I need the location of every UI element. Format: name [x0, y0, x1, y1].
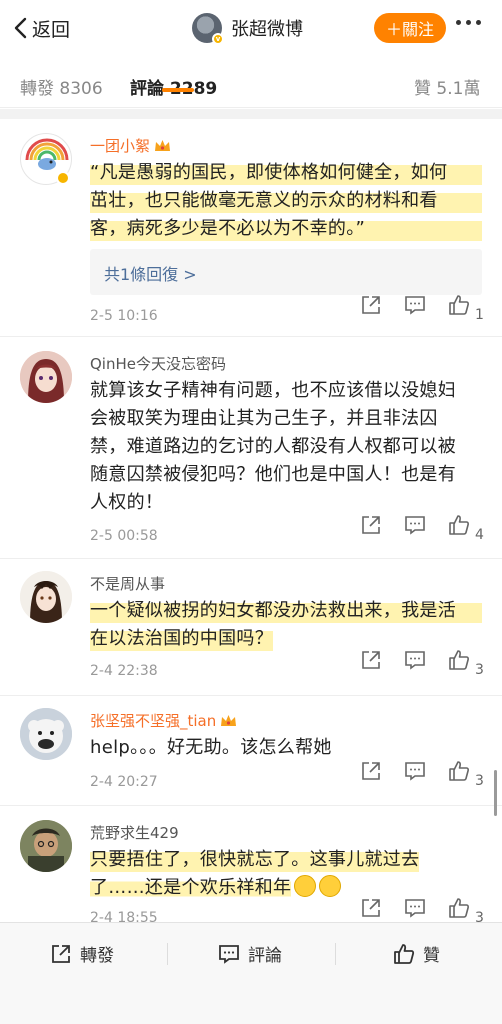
- share-icon[interactable]: [360, 760, 382, 782]
- photo-avatar-image: [20, 820, 72, 872]
- comment-icon[interactable]: [404, 294, 426, 316]
- comment-author[interactable]: 荒野求生429: [90, 822, 179, 843]
- crown-icon: [155, 140, 171, 151]
- profile-header[interactable]: v 张超微博: [192, 13, 303, 45]
- comment-item: 一团小絮 “凡是愚弱的国民，即使体格如何健全，如何 茁壮，也只能做毫无意义的示众…: [0, 119, 502, 337]
- comment-line: 随意囚禁被侵犯吗？他们也是中国人！也是有: [90, 464, 456, 485]
- tab-likes[interactable]: 贊 5.1萬: [414, 74, 480, 99]
- more-options-icon[interactable]: [456, 20, 481, 25]
- comment-line: 人权的！: [90, 492, 164, 513]
- comment-line: “凡是愚弱的国民，即使体格如何健全，如何: [90, 159, 482, 187]
- like-label: 贊: [423, 946, 440, 966]
- comment-author[interactable]: QinHe今天没忘密码: [90, 353, 226, 374]
- comment-text: 只要捂住了，很快就忘了。这事儿就过去 了……还是个欢乐祥和年: [90, 846, 482, 902]
- comment-icon: [219, 944, 239, 964]
- follow-button[interactable]: ＋關注: [374, 13, 446, 43]
- comment-item: 不是周从事 一个疑似被拐的妇女都没办法救出来，我是活 在以法治国的中国吗？ 2-…: [0, 559, 502, 696]
- comment-text: 就算该女子精神有问题，也不应该借以没媳妇 会被取笑为理由让其为己生子，并且非法囚…: [90, 377, 482, 517]
- like-count: 1: [475, 307, 484, 323]
- comment-line: 就算该女子精神有问题，也不应该借以没媳妇: [90, 380, 456, 401]
- comment-line: 只要捂住了，很快就忘了。这事儿就过去: [90, 846, 420, 874]
- comment-line-text: 了……还是个欢乐祥和年: [90, 877, 292, 898]
- laughing-emoji-icon: [319, 875, 342, 897]
- thumbs-up-icon[interactable]: [448, 649, 470, 671]
- verified-badge-icon: v: [212, 33, 224, 45]
- like-count: 3: [475, 773, 484, 789]
- thumbs-up-icon[interactable]: [448, 514, 470, 536]
- avatar[interactable]: [20, 571, 72, 623]
- repost-label: 轉發: [80, 946, 114, 966]
- anime-avatar-image: [20, 351, 72, 403]
- share-icon: [52, 944, 70, 963]
- comment-item: 张坚强不坚强_tian help。。。好无助。该怎么帮她 2-4 20:27 3: [0, 696, 502, 806]
- thumbs-up-icon[interactable]: [448, 294, 470, 316]
- repost-button[interactable]: 轉發: [50, 941, 114, 966]
- thumbs-up-icon[interactable]: [448, 760, 470, 782]
- comment-label: 評論: [248, 946, 282, 966]
- section-divider: [0, 109, 502, 119]
- share-icon[interactable]: [360, 514, 382, 536]
- comment-line: help。。。好无助。该怎么帮她: [90, 737, 332, 758]
- chevron-left-icon: [14, 17, 27, 39]
- avatar[interactable]: [20, 708, 72, 760]
- divider: [335, 943, 336, 965]
- comment-text: 一个疑似被拐的妇女都没办法救出来，我是活 在以法治国的中国吗？: [90, 597, 482, 653]
- anime-avatar-image: [20, 571, 72, 623]
- comment-icon[interactable]: [404, 897, 426, 919]
- divider: [167, 943, 168, 965]
- tab-repost[interactable]: 轉發 8306: [20, 74, 103, 99]
- back-label: 返回: [32, 18, 71, 41]
- comment-author[interactable]: 不是周从事: [90, 573, 165, 594]
- comment-author[interactable]: 张坚强不坚强_tian: [90, 710, 237, 731]
- comment-text: “凡是愚弱的国民，即使体格如何健全，如何 茁壮，也只能做毫无意义的示众的材料和看…: [90, 159, 482, 243]
- share-icon[interactable]: [360, 897, 382, 919]
- comment-icon[interactable]: [404, 760, 426, 782]
- comment-time: 2-4 18:55: [90, 910, 158, 922]
- top-bar: 返回 v 张超微博 ＋關注: [0, 0, 502, 56]
- comment-time: 2-5 00:58: [90, 528, 158, 544]
- avatar[interactable]: v: [192, 13, 224, 45]
- comment-line: 会被取笑为理由让其为己生子，并且非法囚: [90, 408, 438, 429]
- comment-time: 2-5 10:16: [90, 308, 158, 324]
- comment-button[interactable]: 評論: [218, 941, 282, 966]
- comment-line: 客，病死多少是不必以为不幸的。”: [90, 215, 482, 243]
- replies-count: 共1條回復 >: [104, 265, 197, 284]
- share-icon[interactable]: [360, 294, 382, 316]
- crown-icon: [221, 715, 237, 726]
- comment-icon[interactable]: [404, 649, 426, 671]
- profile-name: 张超微博: [231, 19, 303, 40]
- thumbs-up-icon[interactable]: [448, 897, 470, 919]
- comment-author-name: 张坚强不坚强_tian: [90, 712, 217, 730]
- comment-time: 2-4 22:38: [90, 663, 158, 679]
- share-icon[interactable]: [360, 649, 382, 671]
- verified-badge-icon: [56, 171, 70, 185]
- scrollbar[interactable]: [494, 770, 497, 816]
- comment-time: 2-4 20:27: [90, 774, 158, 790]
- active-tab-indicator: [162, 88, 194, 92]
- comment-line: 禁，难道路边的乞讨的人都没有人权都可以被: [90, 436, 456, 457]
- like-button[interactable]: 贊: [393, 941, 440, 966]
- avatar[interactable]: [20, 351, 72, 403]
- back-button[interactable]: 返回: [12, 14, 70, 42]
- comment-item: QinHe今天没忘密码 就算该女子精神有问题，也不应该借以没媳妇 会被取笑为理由…: [0, 337, 502, 559]
- like-count: 4: [475, 527, 484, 543]
- comment-author-name: 一团小絮: [90, 137, 151, 155]
- comment-text: help。。。好无助。该怎么帮她: [90, 734, 482, 762]
- replies-link[interactable]: 共1條回復 >: [90, 249, 482, 295]
- laughing-emoji-icon: [294, 875, 317, 897]
- like-count: 3: [475, 910, 484, 922]
- comment-author[interactable]: 一团小絮: [90, 135, 171, 156]
- tab-comments[interactable]: 評論 2289: [130, 74, 217, 99]
- comment-line: 茁壮，也只能做毫无意义的示众的材料和看: [90, 187, 482, 215]
- comment-line: 一个疑似被拐的妇女都没办法救出来，我是活: [90, 597, 482, 625]
- like-count: 3: [475, 662, 484, 678]
- avatar[interactable]: [20, 820, 72, 872]
- comment-icon[interactable]: [404, 514, 426, 536]
- fluffy-dog-image: [20, 708, 72, 760]
- tab-bar: 轉發 8306 評論 2289 贊 5.1萬: [0, 56, 502, 108]
- bottom-action-bar: 轉發 評論 贊: [0, 922, 502, 1024]
- comment-item: 荒野求生429 只要捂住了，很快就忘了。这事儿就过去 了……还是个欢乐祥和年 2…: [0, 806, 502, 922]
- thumbs-up-icon: [394, 943, 415, 964]
- comment-line: 在以法治国的中国吗？: [90, 625, 273, 653]
